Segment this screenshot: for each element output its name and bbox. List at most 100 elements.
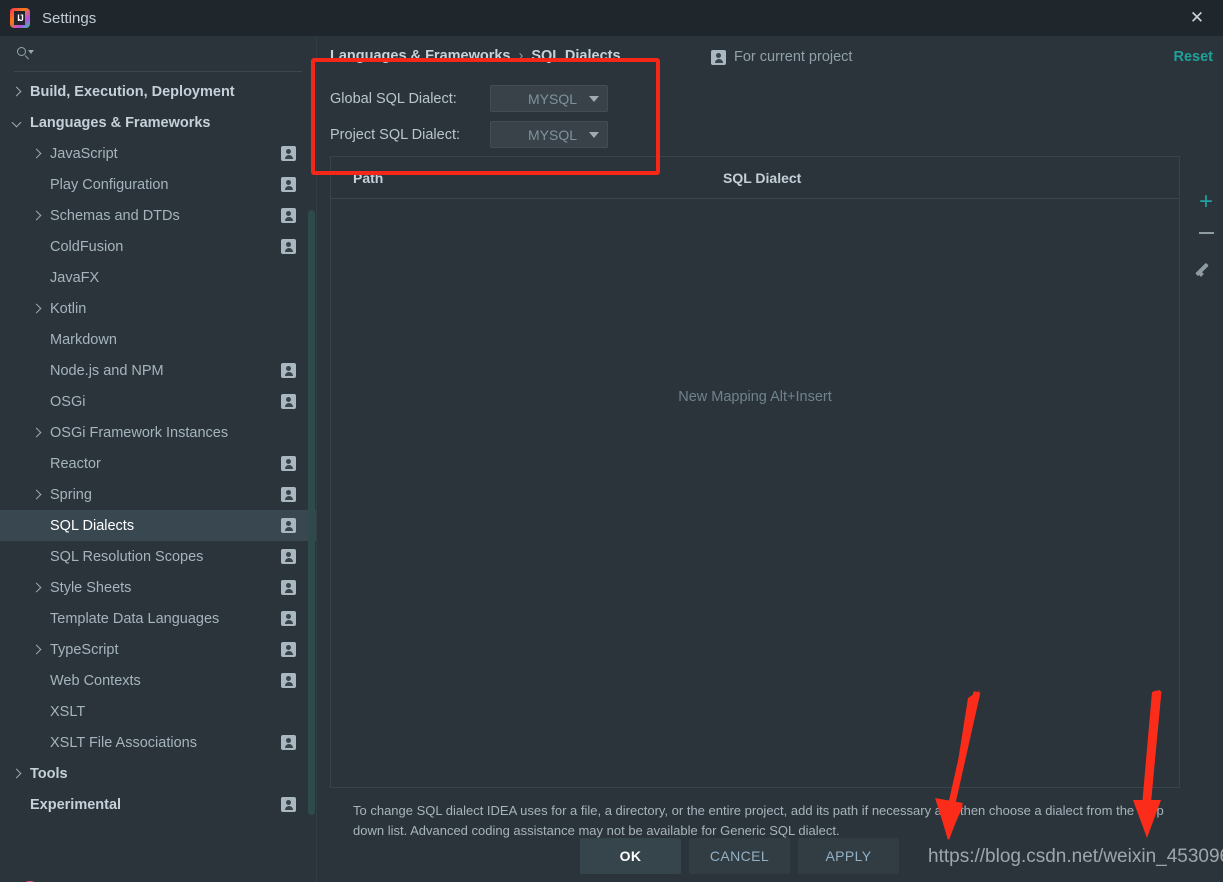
project-sql-dialect-label: Project SQL Dialect: bbox=[330, 126, 461, 143]
description-text: To change SQL dialect IDEA uses for a fi… bbox=[353, 803, 1164, 838]
chevron-right-icon[interactable] bbox=[30, 643, 44, 657]
sidebar-item-markdown[interactable]: Markdown bbox=[0, 324, 316, 355]
project-scope-icon bbox=[281, 611, 296, 626]
sidebar-item-languages-frameworks[interactable]: Languages & Frameworks bbox=[0, 107, 316, 138]
global-sql-dialect-dropdown[interactable]: MYSQL bbox=[490, 85, 608, 112]
breadcrumb-parent[interactable]: Languages & Frameworks bbox=[330, 48, 511, 64]
edit-pencil-icon[interactable] bbox=[1198, 260, 1215, 277]
sidebar-item-play-configuration[interactable]: Play Configuration bbox=[0, 169, 316, 200]
sidebar-item-label: OSGi Framework Instances bbox=[50, 424, 229, 441]
chevron-right-icon[interactable] bbox=[10, 767, 24, 781]
chevron-down-icon bbox=[589, 95, 599, 102]
sidebar-item-node-js-and-npm[interactable]: Node.js and NPM bbox=[0, 355, 316, 386]
sidebar-item-label: Play Configuration bbox=[50, 176, 169, 193]
breadcrumb: Languages & Frameworks › SQL Dialects bbox=[330, 48, 621, 64]
add-mapping-button[interactable]: + bbox=[1199, 190, 1213, 214]
sidebar-item-label: Template Data Languages bbox=[50, 610, 220, 627]
sidebar-item-label: Languages & Frameworks bbox=[30, 114, 211, 131]
sidebar-item-xslt-file-associations[interactable]: XSLT File Associations bbox=[0, 727, 316, 758]
sidebar-item-coldfusion[interactable]: ColdFusion bbox=[0, 231, 316, 262]
apply-button[interactable]: APPLY bbox=[798, 838, 899, 874]
sidebar-item-label: TypeScript bbox=[50, 641, 119, 658]
column-header-sql-dialect[interactable]: SQL Dialect bbox=[723, 170, 801, 186]
sidebar-item-tools[interactable]: Tools bbox=[0, 758, 316, 789]
global-sql-dialect-label: Global SQL Dialect: bbox=[330, 90, 457, 107]
sidebar-item-style-sheets[interactable]: Style Sheets bbox=[0, 572, 316, 603]
global-sql-dialect-row: Global SQL Dialect: MYSQL bbox=[330, 85, 608, 112]
chevron-right-icon[interactable] bbox=[30, 302, 44, 316]
table-body[interactable]: New Mapping Alt+Insert bbox=[331, 199, 1179, 787]
project-scope-icon bbox=[281, 518, 296, 533]
sidebar-item-label: OSGi bbox=[50, 393, 86, 410]
sidebar-item-label: Schemas and DTDs bbox=[50, 207, 180, 224]
project-scope-icon bbox=[711, 49, 726, 65]
project-scope-icon bbox=[281, 487, 296, 502]
sidebar-item-label: SQL Resolution Scopes bbox=[50, 548, 204, 565]
cancel-button[interactable]: CANCEL bbox=[689, 838, 790, 874]
sidebar-item-schemas-and-dtds[interactable]: Schemas and DTDs bbox=[0, 200, 316, 231]
sidebar-item-xslt[interactable]: XSLT bbox=[0, 696, 316, 727]
intellij-idea-logo-icon: IJ bbox=[10, 8, 30, 28]
sidebar-item-javascript[interactable]: JavaScript bbox=[0, 138, 316, 169]
project-sql-dialect-dropdown[interactable]: MYSQL bbox=[490, 121, 608, 148]
sidebar-item-label: Markdown bbox=[50, 331, 117, 348]
sidebar-item-label: JavaFX bbox=[50, 269, 100, 286]
chevron-right-icon[interactable] bbox=[30, 209, 44, 223]
sidebar-item-label: Node.js and NPM bbox=[50, 362, 164, 379]
sidebar-item-reactor[interactable]: Reactor bbox=[0, 448, 316, 479]
table-toolbar: + bbox=[1189, 156, 1223, 277]
chevron-right-icon[interactable] bbox=[30, 147, 44, 161]
sidebar-item-kotlin[interactable]: Kotlin bbox=[0, 293, 316, 324]
settings-sidebar: Build, Execution, Deployment Languages & … bbox=[0, 36, 316, 882]
search-input[interactable] bbox=[41, 45, 302, 62]
sidebar-item-javafx[interactable]: JavaFX bbox=[0, 262, 316, 293]
sidebar-item-label: SQL Dialects bbox=[50, 517, 135, 534]
chevron-right-icon[interactable] bbox=[30, 426, 44, 440]
sidebar-item-osgi[interactable]: OSGi bbox=[0, 386, 316, 417]
sidebar-item-label: Build, Execution, Deployment bbox=[30, 83, 235, 100]
mappings-table: Path SQL Dialect New Mapping Alt+Insert bbox=[330, 156, 1180, 788]
sidebar-item-build-execution-deployment[interactable]: Build, Execution, Deployment bbox=[0, 76, 316, 107]
breadcrumb-separator-icon: › bbox=[518, 48, 524, 64]
chevron-right-icon[interactable] bbox=[30, 581, 44, 595]
project-scope-icon bbox=[281, 363, 296, 378]
project-sql-dialect-value: MYSQL bbox=[527, 126, 577, 143]
search-row[interactable] bbox=[14, 36, 302, 72]
project-scope-icon bbox=[281, 177, 296, 192]
project-scope-icon bbox=[281, 735, 296, 750]
project-scope-icon bbox=[281, 642, 296, 657]
project-scope-icon bbox=[281, 394, 296, 409]
sidebar-item-spring[interactable]: Spring bbox=[0, 479, 316, 510]
project-scope-icon bbox=[281, 797, 296, 812]
project-sql-dialect-row: Project SQL Dialect: MYSQL bbox=[330, 121, 608, 148]
sidebar-item-typescript[interactable]: TypeScript bbox=[0, 634, 316, 665]
sidebar-item-sql-resolution-scopes[interactable]: SQL Resolution Scopes bbox=[0, 541, 316, 572]
chevron-down-icon[interactable] bbox=[10, 116, 24, 130]
chevron-right-icon[interactable] bbox=[10, 85, 24, 99]
sidebar-item-osgi-framework-instances[interactable]: OSGi Framework Instances bbox=[0, 417, 316, 448]
sidebar-item-experimental[interactable]: Experimental bbox=[0, 789, 316, 820]
breadcrumb-current: SQL Dialects bbox=[531, 48, 621, 64]
ok-button[interactable]: OK bbox=[580, 838, 681, 874]
project-scope-icon bbox=[281, 456, 296, 471]
reset-link[interactable]: Reset bbox=[1174, 49, 1214, 65]
chevron-right-icon[interactable] bbox=[30, 488, 44, 502]
close-icon[interactable]: ✕ bbox=[1171, 0, 1223, 36]
watermark-text: https://blog.csdn.net/weixin_45309636 bbox=[928, 846, 1223, 867]
sidebar-item-template-data-languages[interactable]: Template Data Languages bbox=[0, 603, 316, 634]
sidebar-scrollbar[interactable] bbox=[308, 210, 315, 815]
sidebar-item-sql-dialects[interactable]: SQL Dialects bbox=[0, 510, 316, 541]
sidebar-item-label: Style Sheets bbox=[50, 579, 132, 596]
column-header-path[interactable]: Path bbox=[353, 170, 723, 186]
project-scope-icon bbox=[281, 549, 296, 564]
sidebar-item-label: Reactor bbox=[50, 455, 101, 472]
sidebar-item-web-contexts[interactable]: Web Contexts bbox=[0, 665, 316, 696]
remove-mapping-button[interactable] bbox=[1198, 232, 1214, 234]
